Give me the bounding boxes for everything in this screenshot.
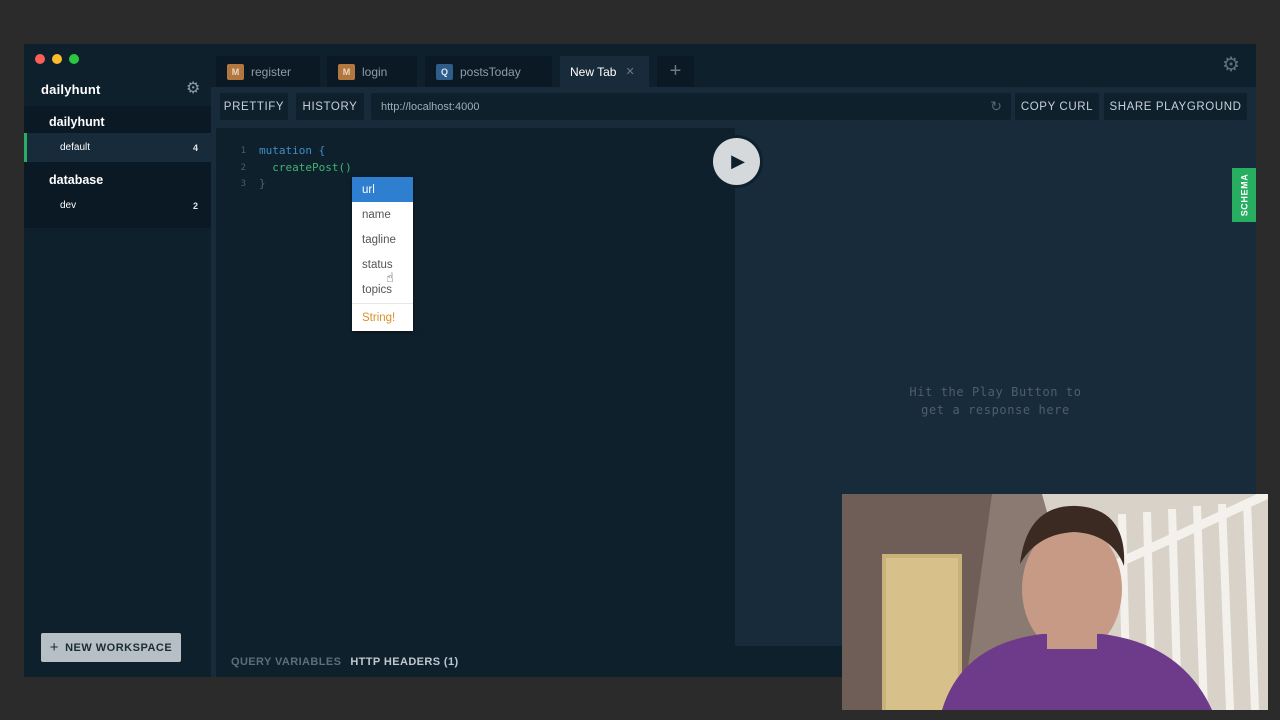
history-button[interactable]: HISTORY [296,93,364,120]
new-workspace-button[interactable]: + NEW WORKSPACE [41,633,181,662]
result-hint-line: Hit the Play Button to [909,385,1082,399]
new-workspace-label: NEW WORKSPACE [65,641,173,654]
project-name[interactable]: dailyhunt [49,115,105,129]
tab-login[interactable]: M login [327,56,417,87]
autocomplete-item[interactable]: url [352,177,413,202]
tab-posts-today[interactable]: Q postsToday [425,56,552,87]
schema-tab[interactable]: SCHEMA [1232,168,1256,222]
query-variables-tab[interactable]: QUERY VARIABLES [231,656,341,668]
line-number: 2 [240,162,246,173]
schema-label: SCHEMA [1239,173,1250,217]
result-placeholder: Hit the Play Button to get a response he… [735,383,1256,419]
autocomplete-dropdown: url name tagline status topics String! [352,177,413,331]
http-headers-tab[interactable]: HTTP HEADERS (1) [350,656,458,668]
prettify-button[interactable]: PRETTIFY [220,93,288,120]
project-name[interactable]: database [49,173,103,187]
tab-new-tab[interactable]: New Tab ✕ [560,56,649,87]
query-editor[interactable]: 1 mutation { 2 createPost() 3 } [216,128,735,646]
gear-icon[interactable]: ⚙ [186,81,200,97]
autocomplete-item[interactable]: status [352,252,413,277]
code-line: 2 createPost() [216,160,352,177]
line-number: 1 [240,146,246,156]
environment-dev[interactable]: dev 2 [24,191,211,220]
settings-gear-icon[interactable]: ⚙ [1222,55,1240,75]
hand-pointer-icon: ☝ [386,270,394,285]
toolbar: PRETTIFY HISTORY http://localhost:4000 ↻… [211,87,1256,127]
minimize-window-button[interactable] [52,54,62,64]
environment-count: 4 [192,142,198,153]
code-line: 3 } [216,176,352,193]
share-playground-button[interactable]: SHARE PLAYGROUND [1104,93,1247,120]
tab-register[interactable]: M register [216,56,320,87]
code-text: } [259,177,266,190]
autocomplete-item[interactable]: tagline [352,227,413,252]
code-line: 1 mutation { [216,143,352,160]
close-icon[interactable]: ✕ [625,65,634,78]
add-tab-button[interactable]: + [657,56,694,87]
result-hint-line: get a response here [921,403,1070,417]
tab-label: login [362,64,388,79]
environment-label: dev [60,200,77,211]
tab-label: postsToday [460,64,521,79]
code-area[interactable]: 1 mutation { 2 createPost() 3 } [216,143,352,193]
tab-label: New Tab [570,64,617,79]
play-button[interactable]: ▶ [710,135,763,188]
code-text: mutation { [259,144,326,157]
endpoint-url: http://localhost:4000 [381,100,480,113]
plus-icon: + [49,639,60,656]
window-controls [35,54,79,64]
webcam-image [842,494,1268,710]
autocomplete-item[interactable]: topics [352,277,413,302]
sidebar: dailyhunt ⚙ dailyhunt default 4 database… [24,44,211,677]
reload-icon[interactable]: ↻ [990,98,1002,115]
copy-curl-button[interactable]: COPY CURL [1015,93,1099,120]
code-text: createPost() [259,160,352,174]
close-window-button[interactable] [35,54,45,64]
autocomplete-type-hint: String! [352,303,413,332]
mutation-badge: M [227,63,244,80]
play-icon: ▶ [713,138,760,185]
webcam-overlay [842,494,1268,710]
tab-bar: M register M login Q postsToday New Tab … [211,44,1256,87]
environment-count: 2 [192,200,198,211]
maximize-window-button[interactable] [69,54,79,64]
mutation-badge: M [338,63,355,80]
line-number: 3 [240,179,246,189]
query-badge: Q [436,63,453,80]
workspace-title: dailyhunt [41,82,101,97]
tab-label: register [251,64,292,79]
endpoint-url-input[interactable]: http://localhost:4000 ↻ [371,93,1011,120]
environment-label: default [60,142,91,153]
autocomplete-item[interactable]: name [352,202,413,227]
environment-default[interactable]: default 4 [24,133,211,162]
